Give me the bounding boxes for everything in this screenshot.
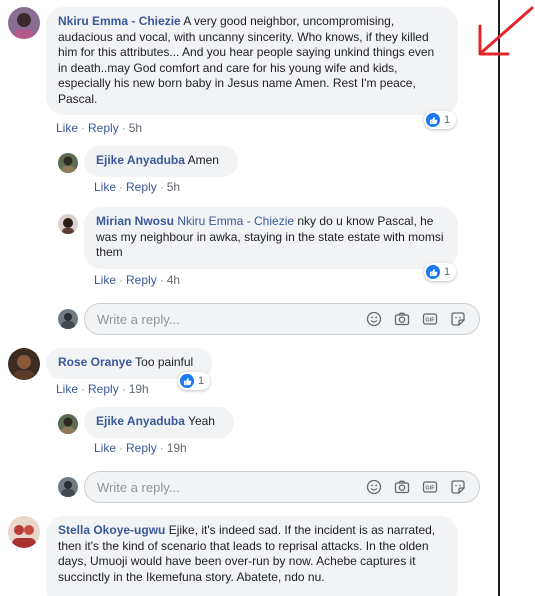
reply-bubble: Mirian Nwosu Nkiru Emma - Chiezie nky do… [84,207,458,269]
like-link[interactable]: Like [94,273,116,287]
comment-actions: Like · Reply · 5h [94,180,181,194]
like-reaction-icon [180,374,194,388]
gif-icon[interactable]: GIF [421,478,439,496]
like-link[interactable]: Like [94,441,116,455]
reply-link[interactable]: Reply [126,180,157,194]
comment-text: Too painful [132,355,194,369]
comment-author[interactable]: Mirian Nwosu [96,214,174,228]
avatar [58,309,78,329]
emoji-icon[interactable] [365,478,383,496]
avatar[interactable] [58,214,78,234]
avatar[interactable] [58,414,78,434]
sticker-icon[interactable] [449,478,467,496]
like-link[interactable]: Like [56,382,78,396]
reply-link[interactable]: Reply [126,273,157,287]
reply-input[interactable]: Write a reply... GIF [84,471,480,503]
comment-actions: Like · Reply · 4h [94,273,181,287]
reply-link[interactable]: Reply [88,382,119,396]
reply-placeholder: Write a reply... [97,311,180,327]
reply-placeholder: Write a reply... [97,479,180,495]
svg-text:GIF: GIF [425,318,435,324]
reaction-count[interactable]: 1 [424,111,457,129]
svg-text:GIF: GIF [425,486,435,492]
reaction-count[interactable]: 1 [424,263,457,281]
reaction-count[interactable]: 1 [178,372,211,390]
like-reaction-icon [426,113,440,127]
comment-author[interactable]: Stella Okoye-ugwu [58,523,165,537]
gif-icon[interactable]: GIF [421,310,439,328]
comment-author[interactable]: Nkiru Emma - Chiezie [58,14,181,28]
reply-bubble: Ejike Anyaduba Yeah [84,407,234,438]
timestamp[interactable]: 19h [167,441,187,455]
page-divider [498,0,500,596]
comment-actions: Like · Reply · 19h [94,441,187,455]
avatar [58,477,78,497]
avatar[interactable] [8,348,40,380]
timestamp[interactable]: 4h [167,273,180,287]
comment-bubble: Nkiru Emma - Chiezie A very good neighbo… [46,7,458,115]
red-arrow-annotation [478,6,534,56]
comment-author[interactable]: Ejike Anyaduba [96,153,185,167]
timestamp[interactable]: 19h [129,382,149,396]
comment-actions: Like · Reply · 19h [56,382,149,396]
comment-bubble: Stella Okoye-ugwu Ejike, it's indeed sad… [46,516,458,596]
like-link[interactable]: Like [56,121,78,135]
comment-text: Amen [184,153,219,167]
avatar[interactable] [58,153,78,173]
comment-actions: Like · Reply · 5h [56,121,143,135]
comment-author[interactable]: Ejike Anyaduba [96,414,185,428]
reply-link[interactable]: Reply [88,121,119,135]
camera-icon[interactable] [393,310,411,328]
like-link[interactable]: Like [94,180,116,194]
sticker-icon[interactable] [449,310,467,328]
comment-text: Yeah [184,414,215,428]
timestamp[interactable]: 5h [167,180,180,194]
mention-tag[interactable]: Nkiru Emma - Chiezie [174,214,294,228]
reply-link[interactable]: Reply [126,441,157,455]
timestamp[interactable]: 5h [129,121,142,135]
avatar[interactable] [8,7,40,39]
emoji-icon[interactable] [365,310,383,328]
avatar[interactable] [8,516,40,548]
camera-icon[interactable] [393,478,411,496]
reply-input[interactable]: Write a reply... GIF [84,303,480,335]
reply-bubble: Ejike Anyaduba Amen [84,146,238,177]
comment-author[interactable]: Rose Oranye [58,355,132,369]
like-reaction-icon [426,265,440,279]
